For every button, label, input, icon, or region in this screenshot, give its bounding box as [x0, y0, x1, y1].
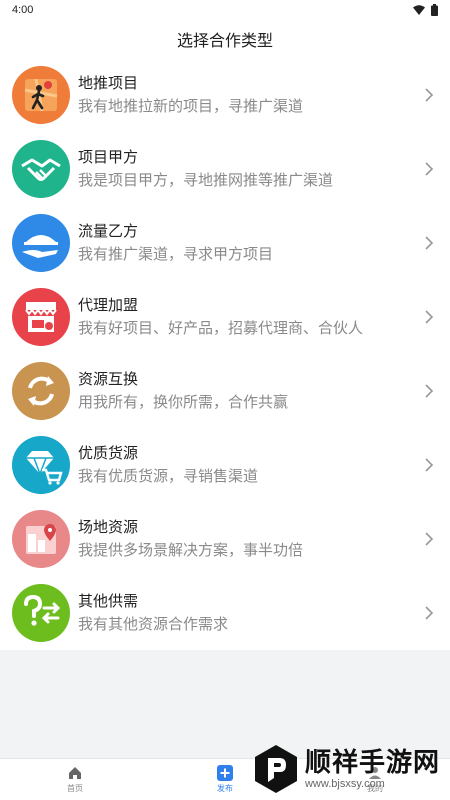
- list-item-quality-supply[interactable]: 优质货源 我有优质货源，寻销售渠道: [0, 428, 450, 502]
- home-icon: [67, 765, 83, 781]
- item-title: 地推项目: [78, 74, 139, 92]
- add-icon: [217, 765, 233, 781]
- list-item-venue-resources[interactable]: 场地资源 我提供多场景解决方案，事半功倍: [0, 502, 450, 576]
- chevron-right-icon: [422, 381, 436, 401]
- map-walker-icon: [12, 66, 70, 124]
- list-item-other-needs[interactable]: 其他供需 我有其他资源合作需求: [0, 576, 450, 650]
- chevron-right-icon: [422, 307, 436, 327]
- wifi-icon: [413, 5, 425, 15]
- status-bar: 4:00: [0, 0, 450, 20]
- list-item-resource-exchange[interactable]: 资源互换 用我所有，换你所需，合作共赢: [0, 354, 450, 428]
- chevron-right-icon: [422, 603, 436, 623]
- item-description: 我有推广渠道，寻求甲方项目: [78, 245, 274, 263]
- item-description: 我有好项目、好产品，招募代理商、合伙人: [78, 319, 364, 337]
- chevron-right-icon: [422, 529, 436, 549]
- item-title: 代理加盟: [78, 296, 139, 314]
- item-description: 我有优质货源，寻销售渠道: [78, 467, 259, 485]
- watermark-title: 顺祥手游网: [304, 748, 440, 778]
- venue-map-icon: [12, 510, 70, 568]
- status-icons: [413, 4, 438, 16]
- item-description: 我是项目甲方，寻地推网推等推广渠道: [78, 171, 334, 189]
- chevron-right-icon: [422, 85, 436, 105]
- item-description: 用我所有，换你所需，合作共赢: [78, 393, 289, 411]
- item-description: 我有其他资源合作需求: [78, 615, 229, 633]
- page-title: 选择合作类型: [176, 31, 273, 50]
- nav-home-label: 首页: [67, 784, 83, 793]
- item-title: 项目甲方: [78, 148, 139, 166]
- handshake-icon: [12, 140, 70, 198]
- swap-arrows-icon: [12, 362, 70, 420]
- page-header: 选择合作类型: [0, 20, 450, 58]
- chevron-right-icon: [422, 159, 436, 179]
- item-title: 场地资源: [78, 518, 139, 536]
- list-item-ground-promotion[interactable]: 地推项目 我有地推拉新的项目，寻推广渠道: [0, 58, 450, 132]
- list-item-project-owner[interactable]: 项目甲方 我是项目甲方，寻地推网推等推广渠道: [0, 132, 450, 206]
- diamond-cart-icon: [12, 436, 70, 494]
- list-item-agency-franchise[interactable]: 代理加盟 我有好项目、好产品，招募代理商、合伙人: [0, 280, 450, 354]
- question-exchange-icon: [12, 584, 70, 642]
- chevron-right-icon: [422, 455, 436, 475]
- watermark-logo-icon: [254, 745, 297, 793]
- watermark: 顺祥手游网 www.bjsxsy.com: [253, 744, 440, 794]
- item-title: 流量乙方: [78, 222, 139, 240]
- chevron-right-icon: [422, 233, 436, 253]
- battery-icon: [431, 4, 438, 16]
- status-time: 4:00: [12, 4, 34, 16]
- item-title: 优质货源: [78, 444, 139, 462]
- watermark-url: www.bjsxsy.com: [304, 778, 385, 790]
- storefront-icon: [12, 288, 70, 346]
- item-description: 我有地推拉新的项目，寻推广渠道: [78, 97, 304, 115]
- item-title: 其他供需: [78, 592, 139, 610]
- cooperation-type-list: 地推项目 我有地推拉新的项目，寻推广渠道 项目甲方 我是项目甲方，寻地推网推等推…: [0, 58, 450, 650]
- item-title: 资源互换: [78, 370, 139, 388]
- nav-home[interactable]: 首页: [0, 759, 150, 800]
- list-item-traffic-provider[interactable]: 流量乙方 我有推广渠道，寻求甲方项目: [0, 206, 450, 280]
- tray-hand-icon: [12, 214, 70, 272]
- item-description: 我提供多场景解决方案，事半功倍: [78, 541, 304, 559]
- nav-publish-label: 发布: [217, 784, 233, 793]
